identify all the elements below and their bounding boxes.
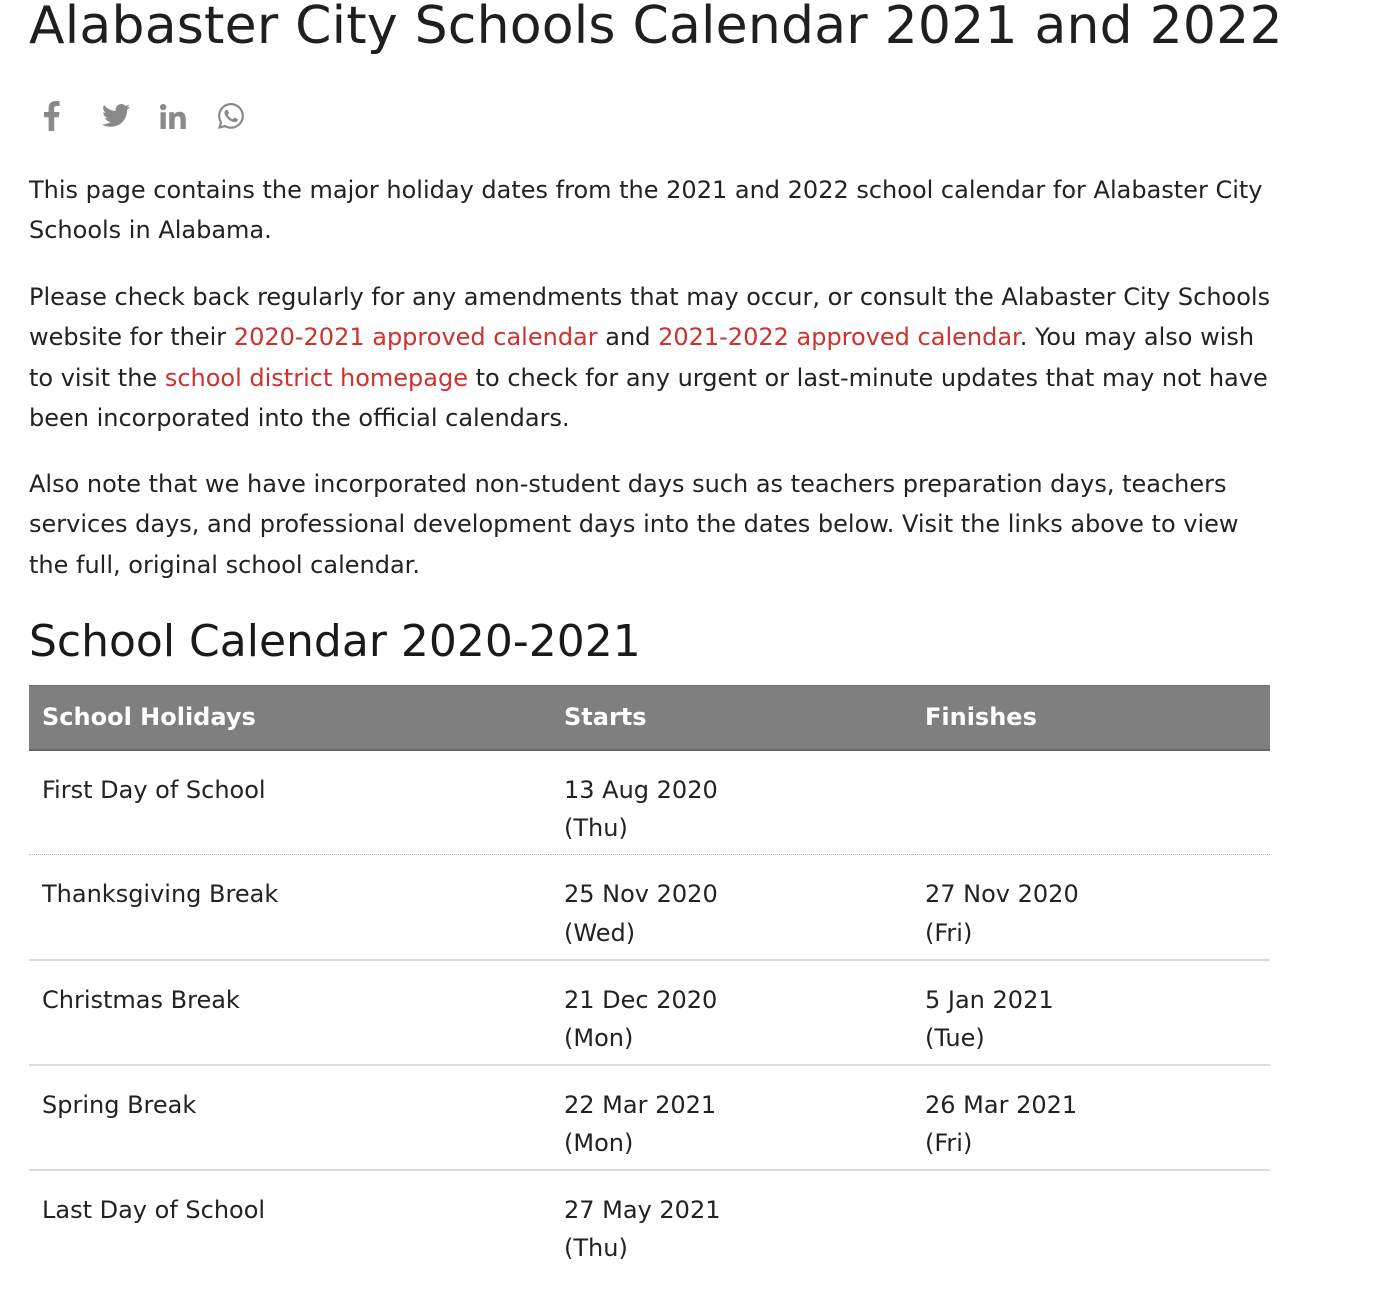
end-cell: 5 Jan 2021 (Tue) xyxy=(912,959,1270,1066)
start-date: 25 Nov 2020 xyxy=(564,880,718,908)
start-date: 13 Aug 2020 xyxy=(564,775,718,804)
column-header-finishes: Finishes xyxy=(912,685,1270,751)
calendar-heading: School Calendar 2020-2021 xyxy=(29,616,641,667)
share-bar xyxy=(44,98,276,134)
twitter-icon[interactable] xyxy=(102,98,160,134)
holiday-name: Christmas Break xyxy=(29,959,551,1066)
start-cell: 22 Mar 2021 (Mon) xyxy=(551,1064,912,1171)
intro-paragraph-3: Also note that we have incorporated non-… xyxy=(29,470,1239,579)
end-cell xyxy=(912,1170,1270,1275)
end-date: 5 Jan 2021 xyxy=(925,985,1054,1014)
start-date: 27 May 2021 xyxy=(564,1195,721,1224)
table-row: Thanksgiving Break 25 Nov 2020 (Wed) 27 N… xyxy=(29,854,1270,961)
table-row: First Day of School 13 Aug 2020 (Thu) xyxy=(29,749,1270,855)
start-day: (Mon) xyxy=(564,1129,634,1157)
end-day: (Fri) xyxy=(925,1129,973,1157)
start-day: (Mon) xyxy=(564,1024,634,1052)
start-date: 22 Mar 2021 xyxy=(564,1090,717,1119)
end-date: 26 Mar 2021 xyxy=(925,1090,1078,1119)
start-day: (Thu) xyxy=(564,1234,628,1262)
table-row: Spring Break 22 Mar 2021 (Mon) 26 Mar 202… xyxy=(29,1064,1270,1171)
holiday-name: Spring Break xyxy=(29,1064,551,1171)
end-cell: 27 Nov 2020 (Fri) xyxy=(912,854,1270,961)
end-date: 27 Nov 2020 xyxy=(925,880,1079,908)
calendar-table: School Holidays Starts Finishes First Da… xyxy=(29,685,1270,1275)
start-cell: 21 Dec 2020 (Mon) xyxy=(551,959,912,1066)
facebook-icon[interactable] xyxy=(44,98,102,134)
holiday-name: Last Day of School xyxy=(42,1195,266,1224)
intro-paragraph-1: This page contains the major holiday dat… xyxy=(29,176,1263,245)
start-cell: 25 Nov 2020 (Wed) xyxy=(551,854,912,961)
table-row: Last Day of School 27 May 2021 (Thu) xyxy=(29,1170,1270,1275)
link-district-homepage[interactable]: school district homepage xyxy=(165,364,468,392)
intro-text: and xyxy=(597,323,659,352)
start-day: (Wed) xyxy=(564,918,636,947)
column-header-holiday: School Holidays xyxy=(29,685,551,751)
table-row: Christmas Break 21 Dec 2020 (Mon) 5 Jan 2… xyxy=(29,959,1270,1066)
page-title: Alabaster City Schools Calendar 2021 and… xyxy=(29,0,1283,56)
column-header-starts: Starts xyxy=(551,685,912,751)
link-2020-2021-calendar[interactable]: 2020-2021 approved calendar xyxy=(234,323,598,351)
intro-paragraph-2: Please check back regularly for any amen… xyxy=(29,277,1274,439)
link-2021-2022-calendar[interactable]: 2021-2022 approved calendar xyxy=(658,323,1020,351)
table-header-row: School Holidays Starts Finishes xyxy=(29,685,1270,751)
holiday-name: First Day of School xyxy=(29,749,551,855)
whatsapp-icon[interactable] xyxy=(218,98,276,134)
end-day: (Fri) xyxy=(925,918,973,947)
linkedin-icon[interactable] xyxy=(160,98,218,134)
start-cell: 13 Aug 2020 (Thu) xyxy=(551,749,912,855)
start-cell: 27 May 2021 (Thu) xyxy=(551,1170,912,1275)
end-day: (Tue) xyxy=(925,1024,985,1052)
start-date: 21 Dec 2020 xyxy=(564,985,718,1014)
end-cell xyxy=(912,749,1270,855)
end-cell: 26 Mar 2021 (Fri) xyxy=(912,1064,1270,1171)
start-day: (Thu) xyxy=(564,814,628,842)
holiday-name: Thanksgiving Break xyxy=(29,854,551,961)
